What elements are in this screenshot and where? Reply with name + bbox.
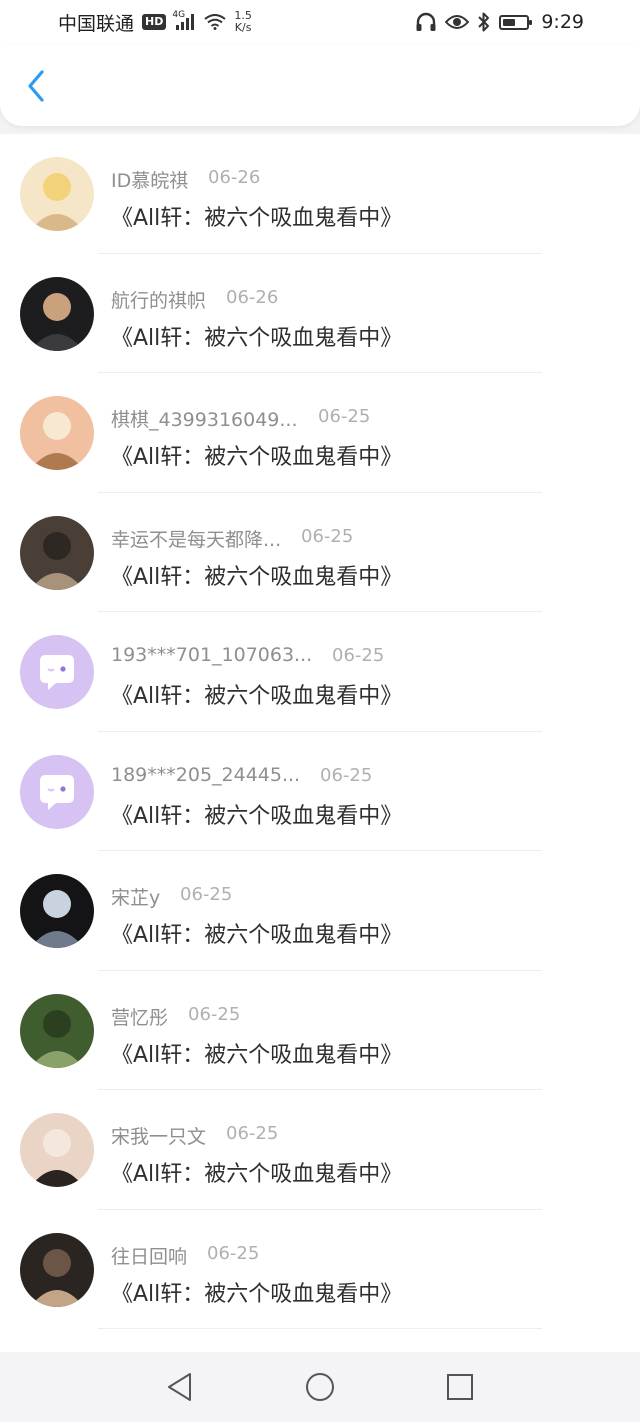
- message-text: 《All轩：被六个吸血鬼看中》: [111, 1042, 403, 1068]
- timestamp: 06-25: [320, 764, 373, 786]
- avatar[interactable]: [20, 1232, 94, 1307]
- status-bar-left: 中国联通 HD 4G 1.5 K/s: [58, 9, 252, 36]
- profile-photo: [20, 157, 94, 231]
- timestamp: 06-25: [180, 884, 233, 905]
- timestamp: 06-25: [188, 1003, 241, 1025]
- avatar[interactable]: [20, 276, 94, 351]
- list-item[interactable]: 往日回响 06-25 《All轩：被六个吸血鬼看中》: [0, 1210, 640, 1329]
- timestamp: 06-25: [301, 525, 354, 547]
- carrier-name: 中国联通: [58, 12, 135, 35]
- timestamp: 06-25: [332, 645, 385, 666]
- nav-home-button[interactable]: [300, 1367, 340, 1407]
- username[interactable]: 往日回响: [111, 1242, 187, 1269]
- username[interactable]: 宋芷y: [111, 883, 160, 910]
- clock: 9:29: [541, 11, 584, 33]
- profile-photo: [20, 874, 94, 948]
- timestamp: 06-26: [208, 167, 261, 188]
- headphones-icon: [416, 12, 436, 31]
- square-recents-icon: [447, 1374, 473, 1400]
- timestamp: 06-25: [207, 1242, 260, 1264]
- avatar[interactable]: [20, 874, 94, 948]
- list-item[interactable]: 宋我一只文 06-25 《All轩：被六个吸血鬼看中》: [0, 1090, 640, 1210]
- username[interactable]: 棋棋_4399316049...: [111, 405, 298, 432]
- username[interactable]: 宋我一只文: [111, 1122, 206, 1149]
- list-item[interactable]: 幸运不是每天都降... 06-25 《All轩：被六个吸血鬼看中》: [0, 493, 640, 612]
- back-button[interactable]: [18, 66, 54, 106]
- notification-list: ID慕皖祺 06-26 《All轩：被六个吸血鬼看中》 航行的祺帜 06-26 《All轩…: [0, 134, 640, 1352]
- chat-bubble-icon: [40, 655, 74, 690]
- list-item[interactable]: 营忆彤 06-25 《All轩：被六个吸血鬼看中》: [0, 971, 640, 1090]
- timestamp: 06-26: [226, 286, 279, 308]
- signal-icon: 4G: [172, 10, 196, 30]
- battery-icon: [499, 14, 533, 30]
- wifi-icon: [204, 14, 226, 30]
- avatar[interactable]: [20, 396, 94, 470]
- profile-photo: [20, 276, 94, 351]
- bluetooth-icon: [478, 12, 490, 32]
- chat-bubble-icon: [40, 774, 74, 810]
- list-item[interactable]: 宋芷y 06-25 《All轩：被六个吸血鬼看中》: [0, 851, 640, 971]
- profile-photo: [20, 1232, 94, 1307]
- back-arrow-icon: [28, 70, 44, 102]
- username[interactable]: 189***205_24445...: [111, 764, 300, 786]
- circle-home-icon: [306, 1373, 334, 1401]
- list-item[interactable]: 193***701_107063... 06-25 《All轩：被六个吸血鬼看中》: [0, 612, 640, 732]
- profile-photo: [20, 515, 94, 590]
- nav-header: [0, 44, 640, 126]
- avatar[interactable]: [20, 993, 94, 1068]
- message-text: 《All轩：被六个吸血鬼看中》: [111, 1281, 403, 1307]
- avatar[interactable]: [20, 754, 94, 829]
- message-text: 《All轩：被六个吸血鬼看中》: [111, 923, 403, 948]
- profile-photo: [20, 1113, 94, 1187]
- message-text: 《All轩：被六个吸血鬼看中》: [111, 803, 403, 829]
- timestamp: 06-25: [226, 1123, 279, 1144]
- eye-icon: [445, 15, 470, 29]
- nav-recents-button[interactable]: [440, 1367, 480, 1407]
- username[interactable]: 航行的祺帜: [111, 286, 206, 313]
- status-bar: 中国联通 HD 4G 1.5 K/s 9:29: [0, 0, 640, 44]
- profile-photo: [20, 396, 94, 470]
- username[interactable]: 幸运不是每天都降...: [111, 525, 281, 552]
- message-text: 《All轩：被六个吸血鬼看中》: [111, 1162, 403, 1187]
- list-item[interactable]: 航行的祺帜 06-26 《All轩：被六个吸血鬼看中》: [0, 254, 640, 373]
- username[interactable]: 营忆彤: [111, 1003, 168, 1030]
- hd-badge: HD: [142, 14, 167, 30]
- message-text: 《All轩：被六个吸血鬼看中》: [111, 684, 403, 709]
- nav-back-button[interactable]: [160, 1367, 200, 1407]
- avatar[interactable]: [20, 1113, 94, 1187]
- list-item[interactable]: 棋棋_4399316049... 06-25 《All轩：被六个吸血鬼看中》: [0, 373, 640, 493]
- profile-photo: [20, 993, 94, 1068]
- system-nav-bar: [0, 1352, 640, 1422]
- message-text: 《All轩：被六个吸血鬼看中》: [111, 445, 403, 470]
- avatar[interactable]: [20, 515, 94, 590]
- timestamp: 06-25: [318, 406, 371, 427]
- list-item[interactable]: ID慕皖祺 06-26 《All轩：被六个吸血鬼看中》: [0, 134, 640, 254]
- divider: [98, 1328, 542, 1329]
- avatar[interactable]: [20, 157, 94, 231]
- net-speed: 1.5 K/s: [234, 10, 252, 34]
- net-speed-unit: K/s: [234, 21, 252, 34]
- list-item[interactable]: 189***205_24445... 06-25 《All轩：被六个吸血鬼看中》: [0, 732, 640, 851]
- username[interactable]: ID慕皖祺: [111, 166, 188, 193]
- triangle-back-icon: [168, 1373, 191, 1401]
- username[interactable]: 193***701_107063...: [111, 644, 312, 666]
- network-type: 4G: [172, 10, 186, 20]
- avatar[interactable]: [20, 635, 94, 709]
- message-text: 《All轩：被六个吸血鬼看中》: [111, 206, 403, 231]
- message-text: 《All轩：被六个吸血鬼看中》: [111, 564, 403, 590]
- message-text: 《All轩：被六个吸血鬼看中》: [111, 325, 403, 351]
- status-bar-right: 9:29: [415, 11, 584, 33]
